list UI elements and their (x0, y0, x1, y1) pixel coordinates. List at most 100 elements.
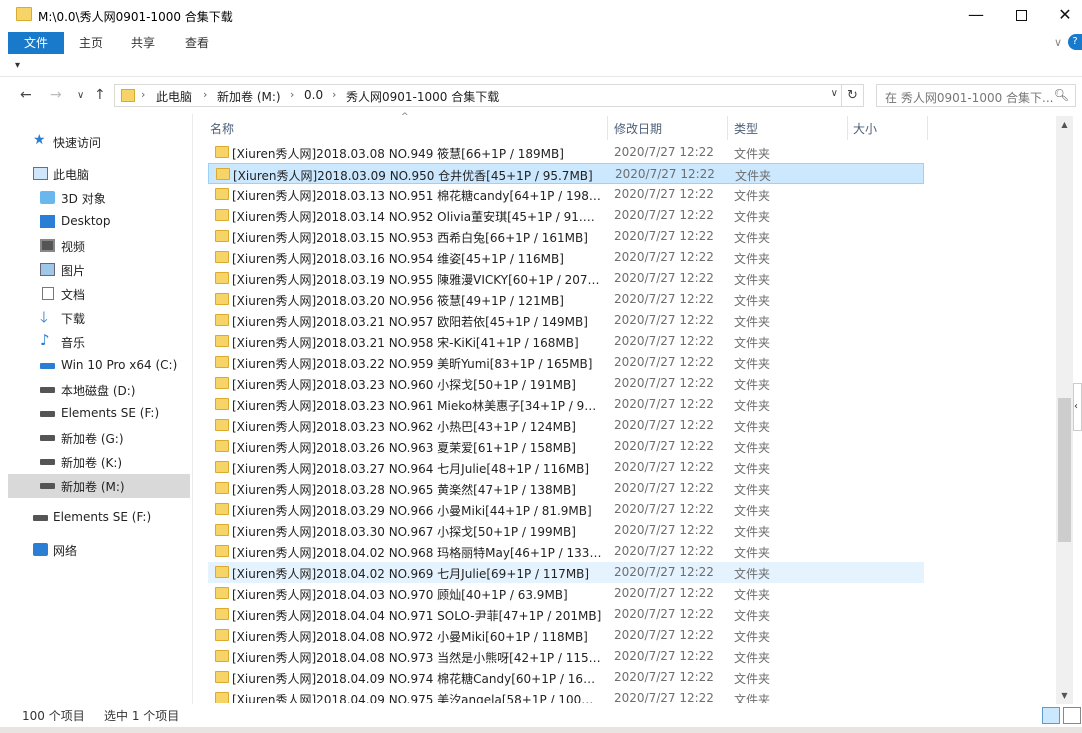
nav-drive-f[interactable]: Elements SE (F:) (0, 402, 190, 426)
breadcrumb-separator[interactable]: › (290, 88, 294, 101)
maximize-button[interactable] (998, 0, 1044, 30)
address-dropdown-button[interactable]: ∨ (831, 88, 838, 99)
preview-pane-handle[interactable]: ‹ (1073, 383, 1082, 431)
file-row[interactable]: [Xiuren秀人网]2018.03.21 NO.958 宋-KiKi[41+1… (208, 331, 924, 352)
file-row[interactable]: [Xiuren秀人网]2018.03.13 NO.951 棉花糖candy[64… (208, 184, 924, 205)
file-type: 文件夹 (734, 315, 771, 329)
file-row[interactable]: [Xiuren秀人网]2018.03.29 NO.966 小曼Miki[44+1… (208, 499, 924, 520)
folder-icon (215, 146, 229, 158)
ribbon-tabs: 文件 主页 共享 查看 ∨ ? (0, 32, 1082, 54)
nav-elements-se[interactable]: Elements SE (F:) (0, 506, 190, 530)
file-row[interactable]: [Xiuren秀人网]2018.04.09 NO.975 美汐angela[58… (208, 688, 924, 703)
file-row[interactable]: [Xiuren秀人网]2018.04.02 NO.968 玛格丽特May[46+… (208, 541, 924, 562)
ribbon-expand-button[interactable]: ∨ (1054, 36, 1062, 49)
file-row[interactable]: [Xiuren秀人网]2018.03.21 NO.957 欧阳若依[45+1P … (208, 310, 924, 331)
nav-label: 3D 对象 (61, 192, 106, 206)
help-icon[interactable]: ? (1068, 34, 1082, 50)
column-header-name[interactable]: 名称 (210, 120, 234, 137)
nav-quick-access[interactable]: ★ 快速访问 (0, 130, 190, 154)
nav-3d-objects[interactable]: 3D 对象 (0, 186, 190, 210)
file-row[interactable]: [Xiuren秀人网]2018.04.08 NO.972 小曼Miki[60+1… (208, 625, 924, 646)
tab-file[interactable]: 文件 (8, 32, 64, 54)
breadcrumb-this-pc[interactable]: 此电脑 (156, 88, 192, 105)
column-header-type[interactable]: 类型 (734, 120, 758, 137)
file-row[interactable]: [Xiuren秀人网]2018.03.26 NO.963 夏茉爱[61+1P /… (208, 436, 924, 457)
file-row[interactable]: [Xiuren秀人网]2018.03.30 NO.967 小探戈[50+1P /… (208, 520, 924, 541)
nav-network[interactable]: 网络 (0, 538, 190, 562)
breadcrumb-current-folder[interactable]: 秀人网0901-1000 合集下载 (346, 88, 499, 105)
nav-label: 快速访问 (53, 136, 102, 150)
file-name: [Xiuren秀人网]2018.03.21 NO.957 欧阳若依[45+1P … (232, 315, 588, 329)
search-input[interactable]: 在 秀人网0901-1000 合集下... (885, 89, 1055, 106)
file-row[interactable]: [Xiuren秀人网]2018.03.09 NO.950 仓井优香[45+1P … (208, 163, 924, 184)
quick-access-toolbar-dropdown[interactable]: ▾ (15, 60, 20, 71)
nav-drive-k[interactable]: 新加卷 (K:) (0, 450, 190, 474)
back-button[interactable]: ← (20, 87, 32, 103)
refresh-button[interactable]: ↻ (842, 84, 864, 107)
close-button[interactable]: ✕ (1042, 0, 1082, 30)
nav-desktop[interactable]: Desktop (0, 210, 190, 234)
breadcrumb-separator[interactable]: › (141, 88, 145, 101)
file-type: 文件夹 (734, 252, 771, 266)
file-row[interactable]: [Xiuren秀人网]2018.03.23 NO.962 小热巴[43+1P /… (208, 415, 924, 436)
column-header-date[interactable]: 修改日期 (614, 120, 662, 137)
nav-documents[interactable]: 文档 (0, 282, 190, 306)
column-divider[interactable] (927, 116, 928, 140)
file-row[interactable]: [Xiuren秀人网]2018.03.08 NO.949 筱慧[66+1P / … (208, 142, 924, 163)
address-bar[interactable]: › 此电脑 › 新加卷 (M:) › 0.0 › 秀人网0901-1000 合集… (114, 84, 842, 107)
file-name: [Xiuren秀人网]2018.04.02 NO.969 七月Julie[69+… (232, 567, 590, 581)
nav-downloads[interactable]: 🡓 下载 (0, 306, 190, 330)
nav-label: Win 10 Pro x64 (C:) (61, 358, 178, 372)
nav-music[interactable]: ♪ 音乐 (0, 330, 190, 354)
breadcrumb-folder-0-0[interactable]: 0.0 (304, 88, 323, 102)
file-row[interactable]: [Xiuren秀人网]2018.04.08 NO.973 当然是小熊呀[42+1… (208, 646, 924, 667)
scroll-up-button[interactable]: ▲ (1056, 116, 1073, 133)
file-row[interactable]: [Xiuren秀人网]2018.04.02 NO.969 七月Julie[69+… (208, 562, 924, 583)
file-row[interactable]: [Xiuren秀人网]2018.03.14 NO.952 Olivia董安琪[4… (208, 205, 924, 226)
search-box[interactable]: 在 秀人网0901-1000 合集下... 🔍︎ (876, 84, 1076, 107)
column-divider[interactable] (847, 116, 848, 140)
breadcrumb-separator[interactable]: › (203, 88, 207, 101)
file-name: [Xiuren秀人网]2018.03.20 NO.956 筱慧[49+1P / … (232, 294, 564, 308)
column-header-size[interactable]: 大小 (853, 120, 877, 137)
tab-view[interactable]: 查看 (176, 32, 218, 54)
nav-drive-g[interactable]: 新加卷 (G:) (0, 426, 190, 450)
up-button[interactable]: ↑ (94, 87, 106, 103)
search-icon[interactable]: 🔍︎ (1054, 88, 1069, 102)
file-row[interactable]: [Xiuren秀人网]2018.04.03 NO.970 顾灿[40+1P / … (208, 583, 924, 604)
nav-drive-c[interactable]: Win 10 Pro x64 (C:) (0, 354, 190, 378)
breadcrumb-separator[interactable]: › (332, 88, 336, 101)
file-row[interactable]: [Xiuren秀人网]2018.03.28 NO.965 黄楽然[47+1P /… (208, 478, 924, 499)
nav-drive-d[interactable]: 本地磁盘 (D:) (0, 378, 190, 402)
file-row[interactable]: [Xiuren秀人网]2018.03.19 NO.955 陳雅漫VICKY[60… (208, 268, 924, 289)
nav-pictures[interactable]: 图片 (0, 258, 190, 282)
file-row[interactable]: [Xiuren秀人网]2018.03.16 NO.954 维姿[45+1P / … (208, 247, 924, 268)
file-name: [Xiuren秀人网]2018.03.26 NO.963 夏茉爱[61+1P /… (232, 441, 576, 455)
large-icons-view-button[interactable] (1063, 707, 1081, 724)
scroll-down-button[interactable]: ▼ (1056, 687, 1073, 704)
forward-button[interactable]: → (50, 87, 62, 103)
column-divider[interactable] (727, 116, 728, 140)
recent-locations-button[interactable]: ∨ (77, 90, 84, 101)
file-row[interactable]: [Xiuren秀人网]2018.03.27 NO.964 七月Julie[48+… (208, 457, 924, 478)
file-row[interactable]: [Xiuren秀人网]2018.03.23 NO.961 Mieko林美惠子[3… (208, 394, 924, 415)
file-name: [Xiuren秀人网]2018.03.23 NO.962 小热巴[43+1P /… (232, 420, 576, 434)
nav-this-pc[interactable]: 此电脑 (0, 162, 190, 186)
vertical-scrollbar[interactable]: ▲ ▼ (1056, 116, 1073, 704)
breadcrumb-drive-m[interactable]: 新加卷 (M:) (217, 88, 281, 105)
nav-videos[interactable]: 视频 (0, 234, 190, 258)
tab-home[interactable]: 主页 (70, 32, 112, 54)
minimize-button[interactable]: — (953, 0, 999, 30)
file-row[interactable]: [Xiuren秀人网]2018.04.04 NO.971 SOLO-尹菲[47+… (208, 604, 924, 625)
file-row[interactable]: [Xiuren秀人网]2018.03.22 NO.959 美昕Yumi[83+1… (208, 352, 924, 373)
column-divider[interactable] (607, 116, 608, 140)
details-view-button[interactable] (1042, 707, 1060, 724)
file-row[interactable]: [Xiuren秀人网]2018.03.15 NO.953 西希白兔[66+1P … (208, 226, 924, 247)
tab-share[interactable]: 共享 (122, 32, 164, 54)
scroll-thumb[interactable] (1058, 398, 1071, 542)
file-row[interactable]: [Xiuren秀人网]2018.03.20 NO.956 筱慧[49+1P / … (208, 289, 924, 310)
file-row[interactable]: [Xiuren秀人网]2018.04.09 NO.974 棉花糖Candy[60… (208, 667, 924, 688)
nav-drive-m[interactable]: 新加卷 (M:) (8, 474, 190, 498)
file-row[interactable]: [Xiuren秀人网]2018.03.23 NO.960 小探戈[50+1P /… (208, 373, 924, 394)
status-bar: 100 个项目 选中 1 个项目 (0, 704, 1082, 727)
